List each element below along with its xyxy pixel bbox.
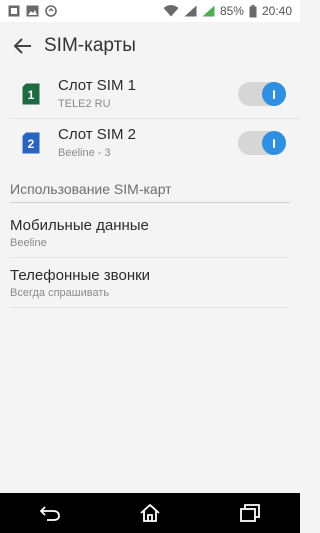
sync-icon — [45, 5, 57, 17]
sim-usage-section-header: Использование SIM-карт — [10, 181, 290, 203]
sim-slot-2-toggle[interactable] — [238, 131, 286, 155]
signal-icon — [184, 5, 197, 17]
mobile-data-preference[interactable]: Мобильные данные Beeline — [10, 208, 290, 258]
navigation-bar — [0, 493, 300, 533]
toggle-knob — [262, 131, 286, 155]
sim-list: 1 Слот SIM 1 TELE2 RU 2 Слот SIM 2 Beeli… — [0, 70, 300, 167]
nav-recents-button[interactable] — [230, 493, 270, 533]
clock: 20:40 — [261, 4, 292, 18]
battery-percent: 85% — [219, 4, 244, 18]
sim-slot-2-name: Слот SIM 2 — [58, 126, 136, 143]
arrow-back-icon — [13, 38, 31, 54]
sim-card-2-icon: 2 — [22, 132, 40, 154]
signal-icon-secondary — [202, 5, 215, 17]
sim-card-1-icon: 1 — [22, 83, 40, 105]
status-icons: 85% 20:40 — [163, 4, 292, 18]
mobile-data-value: Beeline — [10, 237, 47, 249]
nav-home-button[interactable] — [130, 493, 170, 533]
sim-card-notification-icon — [8, 5, 20, 17]
sim-card-2-number: 2 — [28, 137, 35, 151]
recents-nav-icon — [240, 504, 260, 522]
phone-calls-value: Всегда спрашивать — [10, 287, 110, 299]
sim-card-1-number: 1 — [28, 88, 35, 102]
sim-slot-1-toggle[interactable] — [238, 82, 286, 106]
sim-slot-1-row[interactable]: 1 Слот SIM 1 TELE2 RU — [0, 70, 300, 118]
nav-back-button[interactable] — [30, 493, 70, 533]
mobile-data-title: Мобильные данные — [10, 217, 149, 234]
sim-slot-1-carrier: TELE2 RU — [58, 98, 111, 110]
back-button[interactable] — [6, 29, 40, 63]
toggle-knob — [262, 82, 286, 106]
home-nav-icon — [140, 503, 160, 522]
phone-calls-title: Телефонные звонки — [10, 267, 151, 284]
sim-slot-2-carrier: Beeline - 3 — [58, 147, 111, 159]
status-bar: 85% 20:40 — [0, 0, 300, 22]
notification-icons — [8, 5, 57, 17]
app-bar: SIM-карты — [0, 22, 300, 70]
sim-slot-1-texts: Слот SIM 1 TELE2 RU — [58, 77, 136, 111]
page-title: SIM-карты — [44, 35, 136, 56]
wifi-icon — [163, 5, 179, 17]
sim-slot-2-row[interactable]: 2 Слот SIM 2 Beeline - 3 — [10, 118, 300, 167]
sim-slot-1-name: Слот SIM 1 — [58, 77, 136, 94]
image-notification-icon — [26, 5, 39, 17]
sim-slot-2-texts: Слот SIM 2 Beeline - 3 — [58, 126, 136, 160]
back-nav-icon — [39, 506, 60, 521]
phone-calls-preference[interactable]: Телефонные звонки Всегда спрашивать — [10, 258, 290, 308]
battery-charging-icon — [249, 4, 257, 17]
